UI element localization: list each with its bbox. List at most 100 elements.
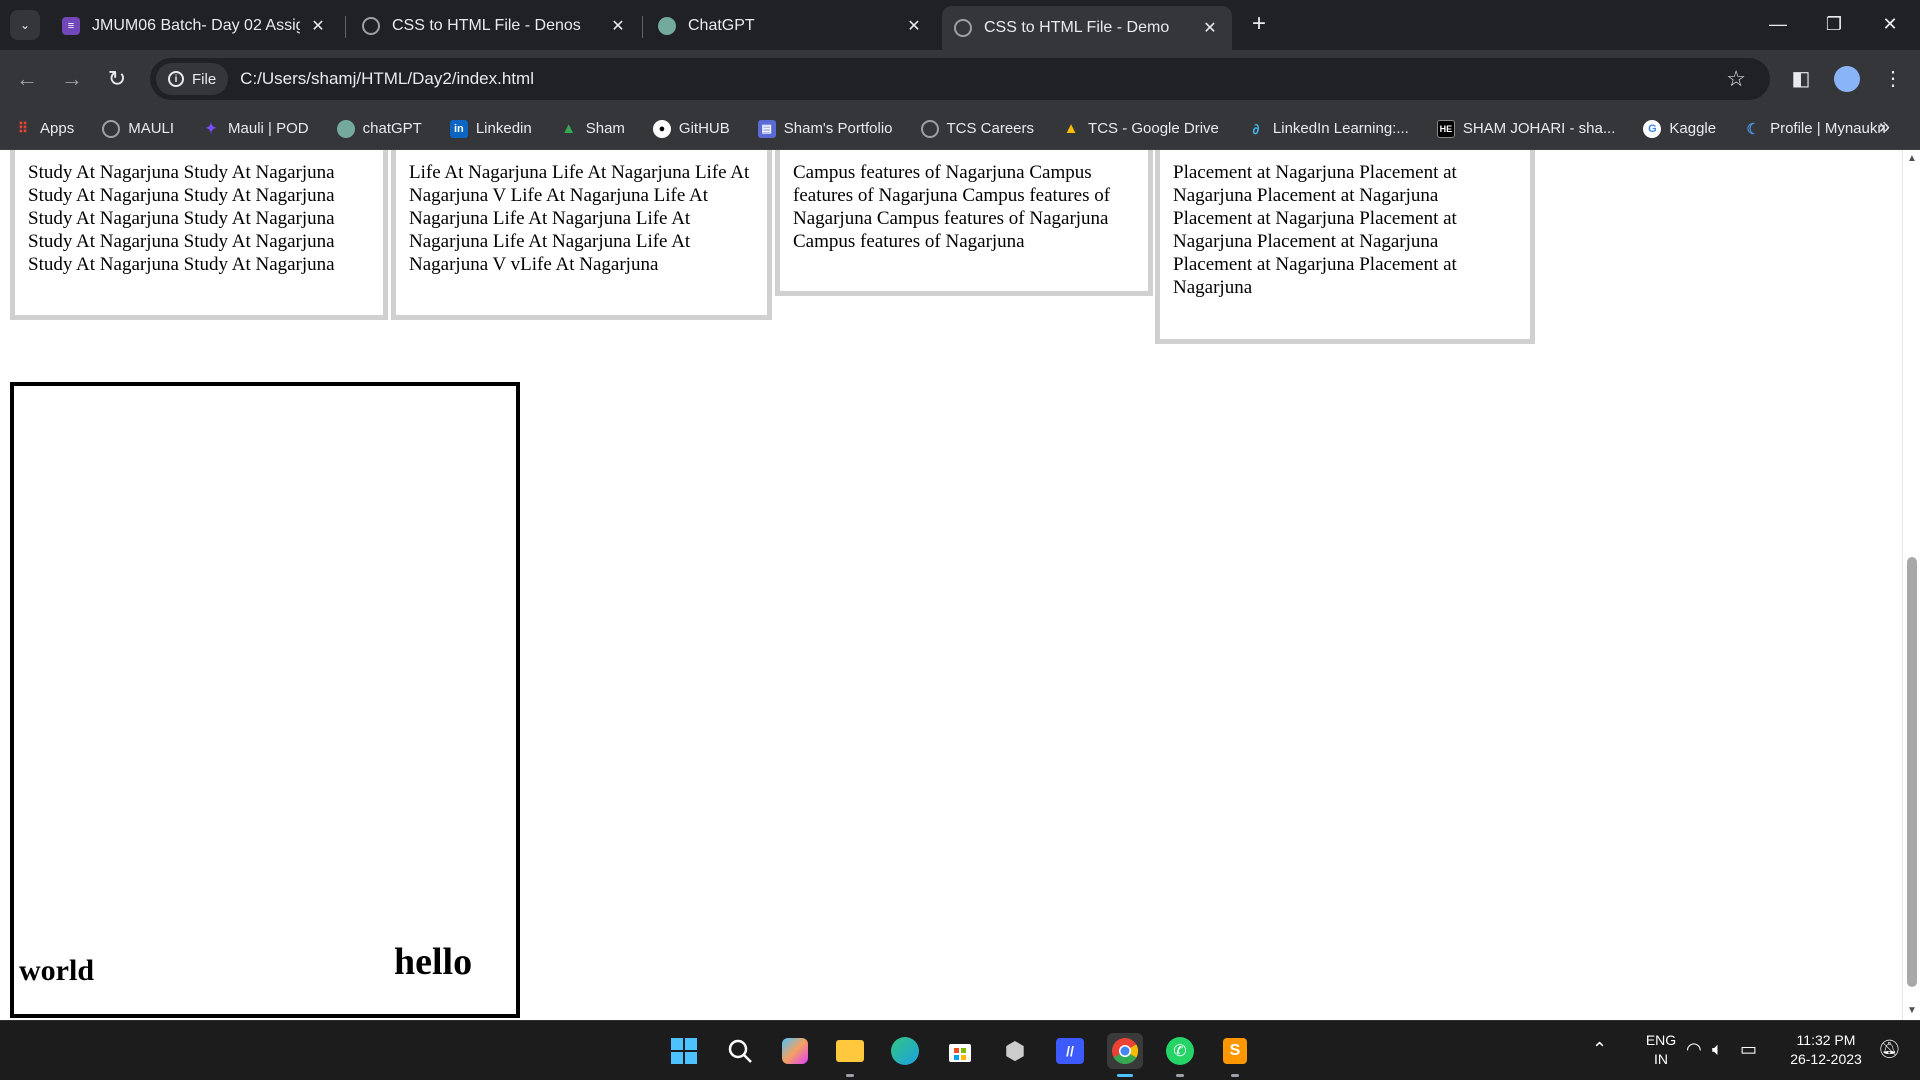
address-bar[interactable]: i File C:/Users/shamj/HTML/Day2/index.ht… xyxy=(150,58,1770,100)
bookmark-label: Profile | Mynaukri xyxy=(1770,120,1886,137)
url-text[interactable]: C:/Users/shamj/HTML/Day2/index.html xyxy=(240,69,534,89)
tab-search-button[interactable]: ⌄ xyxy=(10,10,40,40)
browser-window: ⌄ ≡ JMUM06 Batch- Day 02 Assignm ✕ CSS t… xyxy=(0,0,1920,1020)
language-indicator[interactable]: ENG IN xyxy=(1636,1031,1686,1069)
unity-icon[interactable]: ⬢ xyxy=(997,1033,1033,1069)
tab-title: ChatGPT xyxy=(688,17,755,34)
whatsapp-logo-icon: ✆ xyxy=(1166,1037,1194,1065)
forward-button[interactable]: → xyxy=(55,62,89,96)
bookmark-label: TCS Careers xyxy=(946,120,1035,137)
notification-bell-icon[interactable]: 🔕︎ xyxy=(1878,1039,1901,1060)
close-tab-icon[interactable]: ✕ xyxy=(1200,18,1220,38)
magnifier-icon xyxy=(728,1039,752,1063)
globe-icon xyxy=(102,119,121,138)
drive-icon: ▲ xyxy=(561,120,577,137)
bookmark-label: SHAM JOHARI - sha... xyxy=(1462,120,1616,137)
battery-charging-icon[interactable]: ▭ xyxy=(1740,1039,1757,1060)
tab-css-denos[interactable]: CSS to HTML File - Denos ✕ xyxy=(350,6,640,46)
chrome-logo-icon xyxy=(1112,1038,1139,1065)
bookmark-github[interactable]: ● GitHUB xyxy=(652,119,730,138)
bookmark-chatgpt[interactable]: chatGPT xyxy=(336,119,422,138)
bookmark-hackerearth[interactable]: HE SHAM JOHARI - sha... xyxy=(1436,119,1616,138)
close-tab-icon[interactable]: ✕ xyxy=(308,16,328,36)
sublime-logo-icon: S xyxy=(1223,1038,1247,1064)
info-icon: i xyxy=(168,71,184,87)
more-bookmarks-icon[interactable]: » xyxy=(1879,116,1890,139)
close-tab-icon[interactable]: ✕ xyxy=(608,16,628,36)
wifi-icon[interactable]: ◠ xyxy=(1686,1039,1702,1060)
bookmark-kaggle[interactable]: G Kaggle xyxy=(1643,119,1716,138)
card-text: Life At Nagarjuna Life At Nagarjuna Life… xyxy=(409,162,750,275)
pod-icon: ✦ xyxy=(205,120,217,136)
volume-icon[interactable]: 🔈︎ xyxy=(1712,1039,1723,1060)
card-text: Study At Nagarjuna Study At Nagarjuna St… xyxy=(28,162,335,275)
scroll-up-arrow-icon[interactable]: ▲ xyxy=(1903,150,1920,168)
minimize-button[interactable]: — xyxy=(1758,8,1798,40)
sublime-text-icon[interactable]: S xyxy=(1217,1033,1253,1077)
chevron-down-icon: ⌄ xyxy=(19,18,31,32)
bookmark-apps[interactable]: ⠿ Apps xyxy=(14,120,74,138)
bookmark-label: Sham's Portfolio xyxy=(783,120,893,137)
reload-button[interactable]: ↻ xyxy=(100,62,134,96)
bookmark-portfolio[interactable]: ▤ Sham's Portfolio xyxy=(757,119,893,138)
bookmark-naukri[interactable]: ☾ Profile | Mynaukri xyxy=(1744,120,1886,138)
page-content: Study At Nagarjuna Study At Nagarjuna St… xyxy=(0,150,1902,1020)
bookmark-tcs-careers[interactable]: TCS Careers xyxy=(920,119,1035,138)
clock[interactable]: 11:32 PM 26-12-2023 xyxy=(1778,1031,1874,1069)
microsoft-store-icon[interactable] xyxy=(942,1033,978,1069)
visual-studio-icon[interactable]: // xyxy=(1052,1033,1088,1069)
tab-title: CSS to HTML File - Demo xyxy=(984,19,1170,36)
tab-title: JMUM06 Batch- Day 02 Assignm xyxy=(92,17,300,34)
card-placement: Placement at Nagarjuna Placement at Naga… xyxy=(1155,150,1535,344)
hello-text: hello xyxy=(394,941,473,983)
windows-start-icon[interactable] xyxy=(666,1033,702,1069)
bookmark-label: Mauli | POD xyxy=(228,120,309,137)
globe-icon xyxy=(362,17,380,35)
bookmark-label: Linkedin xyxy=(475,120,532,137)
bookmark-label: chatGPT xyxy=(362,120,422,137)
bookmark-mauli-pod[interactable]: ✦ Mauli | POD xyxy=(202,120,309,138)
back-button[interactable]: ← xyxy=(10,62,44,96)
globe-icon xyxy=(920,119,939,138)
vertical-scrollbar[interactable]: ▲ ▼ xyxy=(1902,150,1920,1020)
restore-button[interactable]: ❐ xyxy=(1814,8,1854,40)
tab-jmum06[interactable]: ≡ JMUM06 Batch- Day 02 Assignm ✕ xyxy=(50,6,340,46)
side-panel-icon[interactable]: ◧ xyxy=(1784,62,1818,96)
close-window-button[interactable]: ✕ xyxy=(1870,8,1910,40)
scroll-down-arrow-icon[interactable]: ▼ xyxy=(1903,1002,1920,1020)
copilot-logo-icon xyxy=(782,1038,808,1064)
scrollbar-thumb[interactable] xyxy=(1907,557,1917,987)
copilot-pre-icon[interactable] xyxy=(777,1033,813,1069)
region-code: IN xyxy=(1654,1051,1668,1067)
whatsapp-icon[interactable]: ✆ xyxy=(1162,1033,1198,1077)
chrome-icon[interactable] xyxy=(1107,1033,1143,1077)
search-icon[interactable] xyxy=(722,1033,758,1069)
close-tab-icon[interactable]: ✕ xyxy=(904,16,924,36)
language-code: ENG xyxy=(1645,1032,1677,1048)
edge-icon[interactable] xyxy=(887,1033,923,1069)
menu-kebab-icon[interactable]: ⋮ xyxy=(1876,62,1910,96)
folder-icon xyxy=(836,1040,864,1062)
file-explorer-icon[interactable] xyxy=(832,1033,868,1077)
bookmark-tcs-drive[interactable]: ▲ TCS - Google Drive xyxy=(1062,120,1219,138)
card-text: Placement at Nagarjuna Placement at Naga… xyxy=(1173,162,1457,298)
tab-chatgpt[interactable]: ChatGPT ✕ xyxy=(646,6,936,46)
bookmark-mauli[interactable]: MAULI xyxy=(102,119,174,138)
windows-taskbar: ⬢ // ✆ S ⌃ ENG IN ◠ 🔈︎ ▭ 11:32 PM 26-12-… xyxy=(0,1020,1920,1080)
linkedin-learning-icon: ∂ xyxy=(1252,120,1260,137)
bookmark-star-icon[interactable]: ☆ xyxy=(1726,66,1746,92)
portfolio-icon: ▤ xyxy=(757,119,776,138)
card-life: Life At Nagarjuna Life At Nagarjuna Life… xyxy=(391,150,772,320)
bookmark-sham[interactable]: ▲ Sham xyxy=(560,120,625,138)
profile-avatar-button[interactable] xyxy=(1830,62,1864,96)
toolbar: ← → ↻ i File C:/Users/shamj/HTML/Day2/in… xyxy=(0,50,1920,108)
drive-icon: ▲ xyxy=(1063,120,1079,137)
site-info-chip[interactable]: i File xyxy=(156,63,229,95)
show-hidden-icons-icon[interactable]: ⌃ xyxy=(1592,1039,1607,1060)
bookmark-linkedin[interactable]: in Linkedin xyxy=(449,119,532,138)
clock-date: 26-12-2023 xyxy=(1790,1051,1862,1067)
tab-css-demo[interactable]: CSS to HTML File - Demo ✕ xyxy=(942,6,1232,50)
new-tab-button[interactable]: + xyxy=(1246,12,1272,38)
bookmark-linkedin-learning[interactable]: ∂ LinkedIn Learning:... xyxy=(1247,120,1408,138)
forms-icon: ≡ xyxy=(62,17,80,35)
